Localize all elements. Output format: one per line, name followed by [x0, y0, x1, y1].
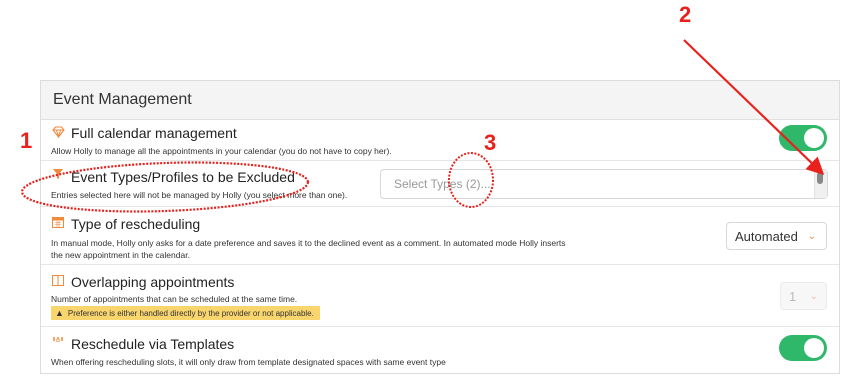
- row-rescheduling: Type of rescheduling In manual mode, Hol…: [41, 207, 839, 265]
- rescheduling-value: Automated: [735, 228, 798, 244]
- templates-title: Reschedule via Templates: [71, 336, 235, 352]
- full-calendar-title: Full calendar management: [71, 125, 237, 141]
- annotation-label-3: 3: [484, 130, 497, 155]
- full-calendar-description: Allow Holly to manage all the appointmen…: [51, 146, 392, 156]
- warning-text: Preference is either handled directly by…: [67, 308, 314, 318]
- calendar-icon: [51, 215, 65, 229]
- event-management-panel: Event Management Full calendar managemen…: [40, 80, 840, 374]
- select-types-input[interactable]: Select Types (2)...: [380, 169, 828, 199]
- rescheduling-title: Type of rescheduling: [71, 216, 201, 232]
- toggle-knob: [804, 128, 824, 148]
- warning-badge: ▲ Preference is either handled directly …: [51, 306, 320, 320]
- scrollbar[interactable]: [814, 170, 827, 198]
- overlapping-title: Overlapping appointments: [71, 274, 235, 290]
- templates-description: When offering rescheduling slots, it wil…: [51, 357, 446, 367]
- excluded-types-title: Event Types/Profiles to be Excluded: [71, 169, 295, 185]
- templates-toggle[interactable]: [779, 335, 827, 361]
- section-title: Event Management: [41, 81, 839, 120]
- chevron-down-icon: ⌄: [809, 290, 818, 302]
- chevron-down-icon: ⌄: [807, 230, 816, 242]
- select-types-placeholder: Select Types (2)...: [394, 177, 491, 191]
- rescheduling-select[interactable]: Automated ⌄: [726, 222, 827, 250]
- row-overlapping: Overlapping appointments Number of appoi…: [41, 265, 839, 327]
- annotation-label-2: 2: [679, 2, 692, 27]
- filter-icon: [51, 167, 65, 181]
- row-excluded-types: Event Types/Profiles to be Excluded Entr…: [41, 161, 839, 207]
- warning-icon: ▲: [55, 308, 64, 318]
- columns-icon: [51, 273, 65, 287]
- toggle-knob: [804, 338, 824, 358]
- template-grid-icon: [51, 335, 65, 349]
- full-calendar-toggle[interactable]: [779, 125, 827, 151]
- overlapping-value: 1: [789, 288, 797, 304]
- annotation-label-1: 1: [20, 128, 33, 153]
- row-full-calendar: Full calendar management Allow Holly to …: [41, 119, 839, 161]
- overlapping-description: Number of appointments that can be sched…: [51, 294, 298, 304]
- diamond-icon: [51, 125, 65, 139]
- scrollbar-thumb[interactable]: [817, 172, 823, 184]
- rescheduling-description: In manual mode, Holly only asks for a da…: [51, 238, 566, 260]
- overlapping-select[interactable]: 1 ⌄: [780, 282, 827, 310]
- row-templates: Reschedule via Templates When offering r…: [41, 327, 839, 373]
